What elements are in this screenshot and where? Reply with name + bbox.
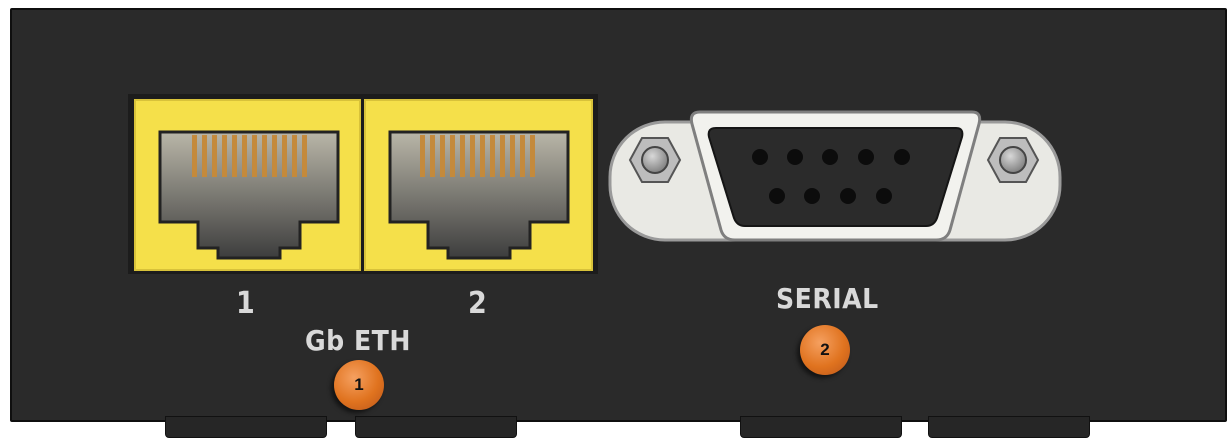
ethernet-port-block bbox=[128, 94, 598, 274]
ethernet-port-1[interactable] bbox=[134, 99, 361, 271]
serial-port-label: SERIAL bbox=[776, 282, 879, 315]
ethernet-group-label: Gb ETH bbox=[305, 324, 411, 357]
ports-drawing bbox=[128, 94, 1062, 274]
serial-port[interactable] bbox=[608, 110, 1062, 242]
ethernet-port-1-label: 1 bbox=[236, 286, 256, 321]
ethernet-callout-badge: 1 bbox=[334, 360, 384, 410]
ethernet-port-2[interactable] bbox=[364, 99, 593, 271]
serial-callout-badge: 2 bbox=[800, 325, 850, 375]
ethernet-port-2-label: 2 bbox=[468, 286, 488, 321]
serial-left-screw bbox=[628, 137, 682, 183]
serial-right-screw bbox=[986, 137, 1040, 183]
